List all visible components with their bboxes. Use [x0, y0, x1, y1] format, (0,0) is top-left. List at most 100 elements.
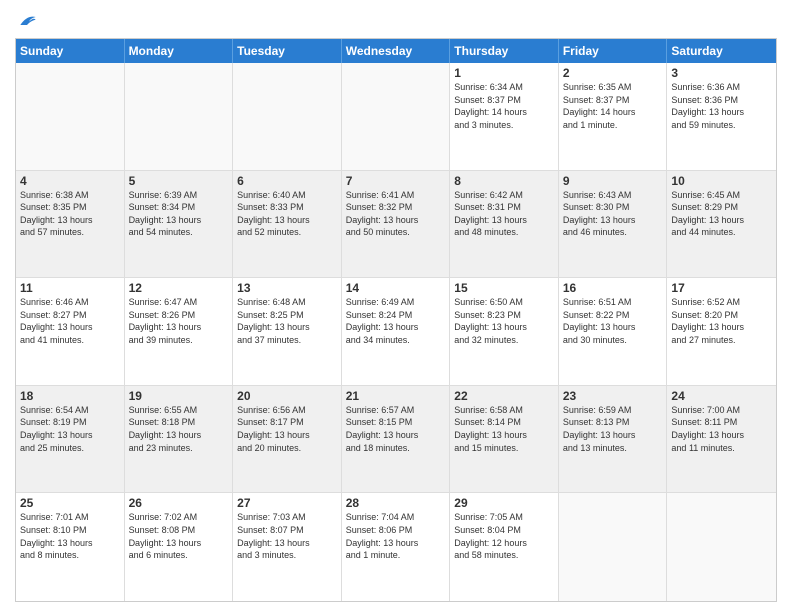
day-info: Sunrise: 6:48 AMSunset: 8:25 PMDaylight:… — [237, 296, 337, 346]
day-number: 3 — [671, 66, 772, 80]
day-info: Sunrise: 6:54 AMSunset: 8:19 PMDaylight:… — [20, 404, 120, 454]
calendar-body: 1Sunrise: 6:34 AMSunset: 8:37 PMDaylight… — [16, 63, 776, 601]
day-info: Sunrise: 6:35 AMSunset: 8:37 PMDaylight:… — [563, 81, 663, 131]
day-cell: 19Sunrise: 6:55 AMSunset: 8:18 PMDayligh… — [125, 386, 234, 493]
day-cell: 8Sunrise: 6:42 AMSunset: 8:31 PMDaylight… — [450, 171, 559, 278]
day-cell — [559, 493, 668, 601]
day-info: Sunrise: 6:45 AMSunset: 8:29 PMDaylight:… — [671, 189, 772, 239]
day-info: Sunrise: 6:41 AMSunset: 8:32 PMDaylight:… — [346, 189, 446, 239]
day-info: Sunrise: 6:40 AMSunset: 8:33 PMDaylight:… — [237, 189, 337, 239]
week-row-4: 18Sunrise: 6:54 AMSunset: 8:19 PMDayligh… — [16, 386, 776, 494]
day-info: Sunrise: 7:01 AMSunset: 8:10 PMDaylight:… — [20, 511, 120, 561]
day-info: Sunrise: 7:02 AMSunset: 8:08 PMDaylight:… — [129, 511, 229, 561]
day-cell: 23Sunrise: 6:59 AMSunset: 8:13 PMDayligh… — [559, 386, 668, 493]
day-cell: 13Sunrise: 6:48 AMSunset: 8:25 PMDayligh… — [233, 278, 342, 385]
week-row-2: 4Sunrise: 6:38 AMSunset: 8:35 PMDaylight… — [16, 171, 776, 279]
page-header — [15, 10, 777, 30]
day-number: 1 — [454, 66, 554, 80]
day-cell: 20Sunrise: 6:56 AMSunset: 8:17 PMDayligh… — [233, 386, 342, 493]
logo — [15, 10, 37, 30]
day-info: Sunrise: 6:47 AMSunset: 8:26 PMDaylight:… — [129, 296, 229, 346]
day-cell: 6Sunrise: 6:40 AMSunset: 8:33 PMDaylight… — [233, 171, 342, 278]
day-number: 18 — [20, 389, 120, 403]
day-cell — [233, 63, 342, 170]
day-number: 21 — [346, 389, 446, 403]
day-number: 14 — [346, 281, 446, 295]
day-info: Sunrise: 6:56 AMSunset: 8:17 PMDaylight:… — [237, 404, 337, 454]
day-number: 28 — [346, 496, 446, 510]
day-cell: 11Sunrise: 6:46 AMSunset: 8:27 PMDayligh… — [16, 278, 125, 385]
day-info: Sunrise: 6:57 AMSunset: 8:15 PMDaylight:… — [346, 404, 446, 454]
day-header-tuesday: Tuesday — [233, 39, 342, 63]
day-header-monday: Monday — [125, 39, 234, 63]
calendar-header: SundayMondayTuesdayWednesdayThursdayFrid… — [16, 39, 776, 63]
day-info: Sunrise: 6:52 AMSunset: 8:20 PMDaylight:… — [671, 296, 772, 346]
day-cell: 29Sunrise: 7:05 AMSunset: 8:04 PMDayligh… — [450, 493, 559, 601]
day-info: Sunrise: 7:05 AMSunset: 8:04 PMDaylight:… — [454, 511, 554, 561]
day-cell: 5Sunrise: 6:39 AMSunset: 8:34 PMDaylight… — [125, 171, 234, 278]
day-info: Sunrise: 6:39 AMSunset: 8:34 PMDaylight:… — [129, 189, 229, 239]
day-number: 27 — [237, 496, 337, 510]
day-number: 26 — [129, 496, 229, 510]
day-cell: 21Sunrise: 6:57 AMSunset: 8:15 PMDayligh… — [342, 386, 451, 493]
day-number: 13 — [237, 281, 337, 295]
day-info: Sunrise: 7:00 AMSunset: 8:11 PMDaylight:… — [671, 404, 772, 454]
day-header-friday: Friday — [559, 39, 668, 63]
week-row-3: 11Sunrise: 6:46 AMSunset: 8:27 PMDayligh… — [16, 278, 776, 386]
day-number: 17 — [671, 281, 772, 295]
day-cell: 14Sunrise: 6:49 AMSunset: 8:24 PMDayligh… — [342, 278, 451, 385]
day-info: Sunrise: 7:04 AMSunset: 8:06 PMDaylight:… — [346, 511, 446, 561]
day-cell: 12Sunrise: 6:47 AMSunset: 8:26 PMDayligh… — [125, 278, 234, 385]
day-number: 11 — [20, 281, 120, 295]
day-cell: 22Sunrise: 6:58 AMSunset: 8:14 PMDayligh… — [450, 386, 559, 493]
day-cell: 24Sunrise: 7:00 AMSunset: 8:11 PMDayligh… — [667, 386, 776, 493]
day-number: 9 — [563, 174, 663, 188]
day-number: 6 — [237, 174, 337, 188]
day-number: 7 — [346, 174, 446, 188]
calendar: SundayMondayTuesdayWednesdayThursdayFrid… — [15, 38, 777, 602]
day-number: 10 — [671, 174, 772, 188]
day-header-wednesday: Wednesday — [342, 39, 451, 63]
day-cell: 26Sunrise: 7:02 AMSunset: 8:08 PMDayligh… — [125, 493, 234, 601]
day-info: Sunrise: 6:46 AMSunset: 8:27 PMDaylight:… — [20, 296, 120, 346]
day-number: 20 — [237, 389, 337, 403]
day-number: 15 — [454, 281, 554, 295]
day-info: Sunrise: 6:58 AMSunset: 8:14 PMDaylight:… — [454, 404, 554, 454]
day-number: 5 — [129, 174, 229, 188]
day-cell: 4Sunrise: 6:38 AMSunset: 8:35 PMDaylight… — [16, 171, 125, 278]
day-info: Sunrise: 6:42 AMSunset: 8:31 PMDaylight:… — [454, 189, 554, 239]
day-number: 8 — [454, 174, 554, 188]
day-cell: 10Sunrise: 6:45 AMSunset: 8:29 PMDayligh… — [667, 171, 776, 278]
day-cell — [125, 63, 234, 170]
day-number: 29 — [454, 496, 554, 510]
day-info: Sunrise: 6:55 AMSunset: 8:18 PMDaylight:… — [129, 404, 229, 454]
day-cell: 17Sunrise: 6:52 AMSunset: 8:20 PMDayligh… — [667, 278, 776, 385]
day-number: 22 — [454, 389, 554, 403]
logo-bird-icon — [17, 10, 37, 30]
day-number: 12 — [129, 281, 229, 295]
day-cell: 16Sunrise: 6:51 AMSunset: 8:22 PMDayligh… — [559, 278, 668, 385]
day-header-thursday: Thursday — [450, 39, 559, 63]
day-cell: 2Sunrise: 6:35 AMSunset: 8:37 PMDaylight… — [559, 63, 668, 170]
day-cell — [342, 63, 451, 170]
day-number: 2 — [563, 66, 663, 80]
day-info: Sunrise: 6:38 AMSunset: 8:35 PMDaylight:… — [20, 189, 120, 239]
day-header-sunday: Sunday — [16, 39, 125, 63]
day-header-saturday: Saturday — [667, 39, 776, 63]
day-cell: 25Sunrise: 7:01 AMSunset: 8:10 PMDayligh… — [16, 493, 125, 601]
day-cell: 28Sunrise: 7:04 AMSunset: 8:06 PMDayligh… — [342, 493, 451, 601]
day-number: 23 — [563, 389, 663, 403]
week-row-1: 1Sunrise: 6:34 AMSunset: 8:37 PMDaylight… — [16, 63, 776, 171]
day-info: Sunrise: 6:49 AMSunset: 8:24 PMDaylight:… — [346, 296, 446, 346]
day-cell: 15Sunrise: 6:50 AMSunset: 8:23 PMDayligh… — [450, 278, 559, 385]
day-info: Sunrise: 6:59 AMSunset: 8:13 PMDaylight:… — [563, 404, 663, 454]
day-cell: 18Sunrise: 6:54 AMSunset: 8:19 PMDayligh… — [16, 386, 125, 493]
day-info: Sunrise: 7:03 AMSunset: 8:07 PMDaylight:… — [237, 511, 337, 561]
day-number: 16 — [563, 281, 663, 295]
day-info: Sunrise: 6:50 AMSunset: 8:23 PMDaylight:… — [454, 296, 554, 346]
day-cell: 3Sunrise: 6:36 AMSunset: 8:36 PMDaylight… — [667, 63, 776, 170]
day-info: Sunrise: 6:43 AMSunset: 8:30 PMDaylight:… — [563, 189, 663, 239]
day-number: 25 — [20, 496, 120, 510]
day-cell — [667, 493, 776, 601]
day-number: 24 — [671, 389, 772, 403]
